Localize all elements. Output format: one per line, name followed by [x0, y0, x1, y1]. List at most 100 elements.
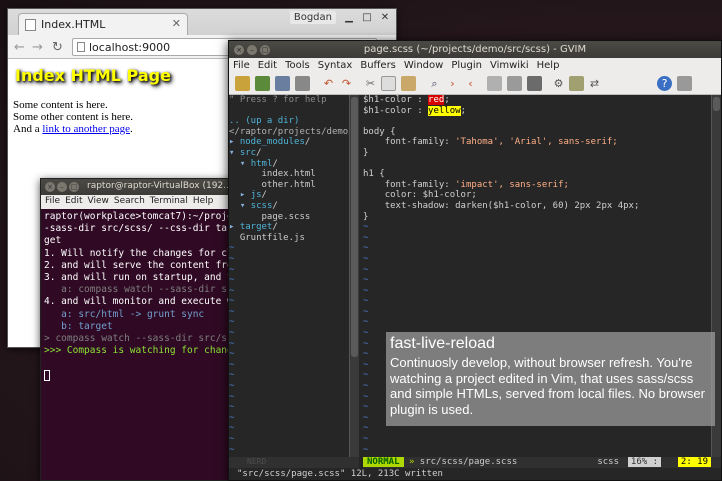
save-session-icon[interactable]: [507, 76, 522, 91]
nerdtree-item[interactable]: index.html: [229, 169, 349, 180]
shell-icon[interactable]: [569, 76, 584, 91]
nerdtree-item[interactable]: ▾ src/: [229, 148, 349, 159]
browser-tab[interactable]: Index.HTML ✕: [18, 13, 188, 35]
terminal-line: a: src/html -> grunt sync: [44, 308, 205, 320]
maximize-icon[interactable]: □: [260, 45, 270, 55]
cut-icon[interactable]: ✂: [363, 76, 378, 91]
search-highlight: yellow: [428, 105, 461, 116]
nerdtree-item[interactable]: ▸ node_modules/: [229, 137, 349, 148]
gvim-menu-window[interactable]: Window: [404, 60, 443, 71]
tab-close-icon[interactable]: ✕: [172, 17, 181, 30]
make-icon[interactable]: ⚙: [551, 76, 566, 91]
nerdtree-item[interactable]: ▾ html/: [229, 159, 349, 170]
terminal-menu-terminal[interactable]: Terminal: [150, 196, 188, 206]
print-icon[interactable]: [295, 76, 310, 91]
gvim-menu-plugin[interactable]: Plugin: [451, 60, 482, 71]
another-page-link[interactable]: link to another page: [42, 123, 130, 135]
statusline-filetype: scss: [597, 457, 619, 467]
terminal-menubar: File Edit View Search Terminal Help: [41, 195, 259, 209]
back-arrow-icon[interactable]: ←: [14, 40, 25, 55]
nerdtree-item[interactable]: other.html: [229, 180, 349, 191]
paste-icon[interactable]: [401, 76, 416, 91]
gvim-menu-edit[interactable]: Edit: [258, 60, 277, 71]
gvim-menu-vimwiki[interactable]: Vimwiki: [490, 60, 529, 71]
terminal-line: get: [44, 235, 62, 247]
scrollbar-thumb[interactable]: [351, 97, 358, 357]
nerdtree-item[interactable]: ▾ scss/: [229, 201, 349, 212]
help-icon[interactable]: ?: [657, 76, 672, 91]
find-next-icon[interactable]: ›: [445, 76, 460, 91]
ctags-icon[interactable]: ⇄: [587, 76, 602, 91]
terminal-line: 1. Will notify the changes for cl: [44, 247, 233, 259]
close-icon[interactable]: ×: [234, 45, 244, 55]
gvim-titlebar: × – □ page.scss (~/projects/demo/src/scss)…: [229, 41, 721, 58]
terminal-menu-file[interactable]: File: [45, 196, 60, 206]
terminal-line: > compass watch --sass-dir src/sc: [44, 333, 233, 345]
copy-icon[interactable]: [381, 76, 396, 91]
gvim-menu-tools[interactable]: Tools: [285, 60, 310, 71]
open-folder-icon[interactable]: [235, 76, 250, 91]
terminal-line: -sass-dir src/scss/ --css-dir tar: [44, 223, 233, 235]
terminal-line: 3. and will run on startup, and t: [44, 272, 233, 284]
nerdtree-item[interactable]: Gruntfile.js: [229, 233, 349, 244]
gvim-menu-help[interactable]: Help: [537, 60, 560, 71]
terminal-cursor: [44, 369, 50, 381]
gvim-menubar: File Edit Tools Syntax Buffers Window Plugin Vi…: [229, 58, 721, 73]
scrollbar-thumb[interactable]: [713, 97, 720, 111]
gvim-toolbar: ↶ ↷ ✂ ⌕ › ‹ ⚙ ⇄ ?: [229, 73, 721, 95]
terminal-menu-view[interactable]: View: [88, 196, 109, 206]
nerdtree-help: " Press ? for help: [229, 95, 327, 105]
terminal-line: 4. and will monitor and execute w: [44, 296, 233, 308]
gvim-menu-syntax[interactable]: Syntax: [318, 60, 353, 71]
undo-icon[interactable]: ↶: [321, 76, 336, 91]
nerdtree-root: </raptor/projects/demo/: [229, 126, 349, 137]
find-replace-icon[interactable]: ⌕: [427, 76, 442, 91]
terminal-title: raptor@raptor-VirtualBox (192...: [87, 181, 232, 191]
minimize-icon[interactable]: –: [247, 45, 257, 55]
terminal-window: × – □ raptor@raptor-VirtualBox (192... Fil…: [40, 178, 260, 481]
nerdtree-item[interactable]: page.scss: [229, 212, 349, 223]
nerdtree-item[interactable]: ▸ target/: [229, 222, 349, 233]
close-window-icon[interactable]: ✕: [378, 12, 392, 24]
code-line: color: $h1-color;: [384, 190, 477, 201]
code-line: font-family: 'Tahoma', 'Arial', sans-ser…: [384, 137, 618, 148]
terminal-menu-edit[interactable]: Edit: [65, 196, 82, 206]
nerdtree-panel[interactable]: " Press ? for help .. (up a dir) </raptor…: [229, 95, 349, 468]
browser-user-badge[interactable]: Bogdan: [289, 11, 336, 24]
maximize-icon[interactable]: □: [360, 12, 374, 24]
caption-title: fast-live-reload: [390, 335, 495, 352]
terminal-menu-search[interactable]: Search: [114, 196, 145, 206]
terminal-output[interactable]: raptor(workplace>tomcat7):~/proje -sass-d…: [41, 209, 259, 481]
nerdtree-up-dir[interactable]: .. (up a dir): [229, 116, 349, 127]
statusline-file: src/scss/page.scss: [419, 457, 518, 467]
gvim-menu-buffers[interactable]: Buffers: [360, 60, 396, 71]
redo-icon[interactable]: ↷: [339, 76, 354, 91]
terminal-prompt: [44, 369, 256, 382]
page-line-3-suffix: .: [130, 122, 133, 135]
find-help-icon[interactable]: [677, 76, 692, 91]
nerdtree-item[interactable]: ▸ js/: [229, 190, 349, 201]
maximize-icon[interactable]: □: [69, 182, 79, 192]
browser-tab-title: Index.HTML: [41, 18, 106, 31]
mode-indicator: NORMAL: [363, 457, 404, 467]
nerdtree-statusline: NERD: [229, 457, 359, 468]
code-line: $h1-color : red;: [363, 95, 450, 105]
statusline-percent: 16% :: [627, 457, 661, 467]
caption-body: Continuosly develop, without browser ref…: [390, 355, 705, 417]
load-session-icon[interactable]: [487, 76, 502, 91]
minimize-icon[interactable]: ▁: [342, 12, 356, 24]
nerdtree-scrollbar[interactable]: [349, 95, 359, 468]
save-all-icon[interactable]: [275, 76, 290, 91]
save-icon[interactable]: [255, 76, 270, 91]
terminal-line: a: compass watch --sass-dir sr: [44, 284, 233, 296]
forward-arrow-icon[interactable]: →: [32, 40, 43, 55]
gvim-menu-file[interactable]: File: [233, 60, 250, 71]
run-script-icon[interactable]: [527, 76, 542, 91]
close-icon[interactable]: ×: [45, 182, 55, 192]
find-prev-icon[interactable]: ‹: [463, 76, 478, 91]
minimize-icon[interactable]: –: [57, 182, 67, 192]
terminal-menu-help[interactable]: Help: [193, 196, 214, 206]
vim-command-line[interactable]: "src/scss/page.scss" 12L, 213C written: [229, 468, 721, 480]
reload-icon[interactable]: ↻: [52, 40, 63, 55]
